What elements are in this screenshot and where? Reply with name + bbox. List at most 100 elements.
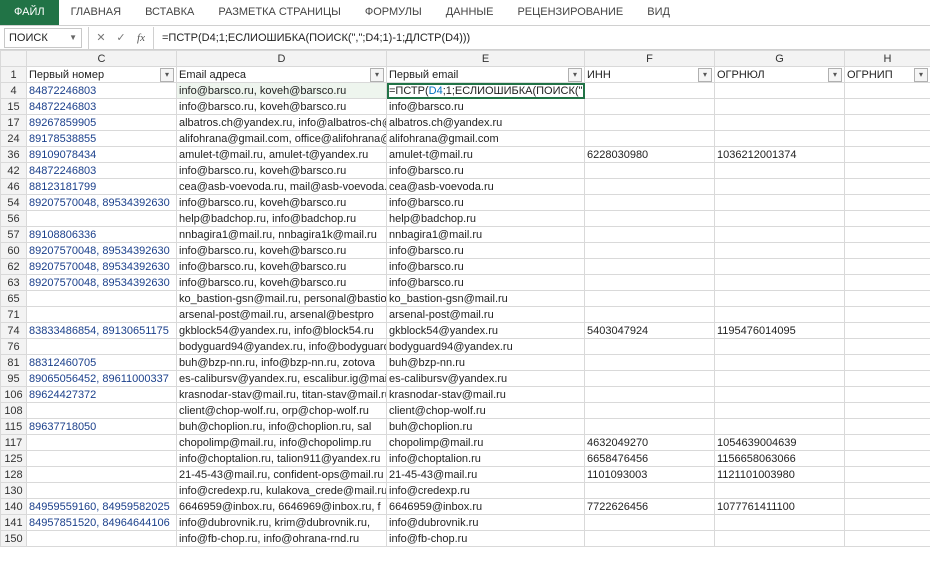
cell[interactable] bbox=[27, 467, 177, 483]
cell[interactable] bbox=[715, 275, 845, 291]
cell[interactable] bbox=[585, 115, 715, 131]
cell[interactable] bbox=[845, 355, 930, 371]
tab-home[interactable]: ГЛАВНАЯ bbox=[59, 0, 133, 25]
cell[interactable]: 1101093003 bbox=[585, 467, 715, 483]
cell[interactable] bbox=[585, 387, 715, 403]
row-header[interactable]: 63 bbox=[1, 275, 27, 291]
cancel-icon[interactable]: ✕ bbox=[91, 31, 111, 44]
cell[interactable] bbox=[715, 163, 845, 179]
cell[interactable] bbox=[585, 355, 715, 371]
cell[interactable]: buh@choplion.ru, info@choplion.ru, sal bbox=[177, 419, 387, 435]
cell[interactable]: amulet-t@mail.ru, amulet-t@yandex.ru bbox=[177, 147, 387, 163]
cell[interactable]: 6646959@inbox.ru bbox=[387, 499, 585, 515]
cell[interactable]: ko_bastion-gsn@mail.ru bbox=[387, 291, 585, 307]
cell[interactable]: 89207570048, 89534392630 bbox=[27, 243, 177, 259]
cell[interactable]: albatros.ch@yandex.ru bbox=[387, 115, 585, 131]
cell[interactable]: info@barsco.ru, koveh@barsco.ru bbox=[177, 275, 387, 291]
cell[interactable] bbox=[585, 259, 715, 275]
cell[interactable] bbox=[585, 419, 715, 435]
cell[interactable]: 84957851520, 84964644106 bbox=[27, 515, 177, 531]
cell[interactable]: alifohrana@gmail.com, office@alifohrana@… bbox=[177, 131, 387, 147]
cell[interactable]: arsenal-post@mail.ru, arsenal@bestpro bbox=[177, 307, 387, 323]
cell[interactable]: buh@bzp-nn.ru, info@bzp-nn.ru, zotova bbox=[177, 355, 387, 371]
cell[interactable]: 6228030980 bbox=[585, 147, 715, 163]
cell[interactable]: 1195476014095 bbox=[715, 323, 845, 339]
cell[interactable]: info@barsco.ru, koveh@barsco.ru bbox=[177, 163, 387, 179]
row-header[interactable]: 24 bbox=[1, 131, 27, 147]
row-header[interactable]: 71 bbox=[1, 307, 27, 323]
cell[interactable]: info@barsco.ru, koveh@barsco.ru bbox=[177, 259, 387, 275]
cell[interactable] bbox=[845, 403, 930, 419]
cell[interactable]: ИНН bbox=[585, 67, 715, 83]
cell[interactable] bbox=[27, 339, 177, 355]
cell[interactable]: help@badchop.ru, info@badchop.ru bbox=[177, 211, 387, 227]
cell[interactable] bbox=[845, 323, 930, 339]
cell[interactable]: 84872246803 bbox=[27, 83, 177, 99]
cell[interactable] bbox=[585, 371, 715, 387]
cell[interactable]: =ПСТР(D4;1;ЕСЛИОШИБКА(ПОИСК(",";D4;1)-1;… bbox=[387, 83, 585, 99]
row-header[interactable]: 1 bbox=[1, 67, 27, 83]
cell[interactable]: arsenal-post@mail.ru bbox=[387, 307, 585, 323]
cell[interactable] bbox=[585, 131, 715, 147]
cell[interactable] bbox=[715, 355, 845, 371]
cell[interactable]: info@barsco.ru, koveh@barsco.ru bbox=[177, 195, 387, 211]
cell[interactable] bbox=[845, 499, 930, 515]
cell[interactable] bbox=[715, 387, 845, 403]
cell[interactable] bbox=[845, 115, 930, 131]
cell[interactable] bbox=[585, 195, 715, 211]
cell[interactable] bbox=[845, 339, 930, 355]
row-header[interactable]: 141 bbox=[1, 515, 27, 531]
cell[interactable]: 89108806336 bbox=[27, 227, 177, 243]
cell[interactable]: albatros.ch@yandex.ru, info@albatros-ch@… bbox=[177, 115, 387, 131]
cell[interactable]: 84959559160, 84959582025 bbox=[27, 499, 177, 515]
cell[interactable] bbox=[845, 163, 930, 179]
cell[interactable]: bodyguard94@yandex.ru, info@bodyguard94@… bbox=[177, 339, 387, 355]
row-header[interactable]: 46 bbox=[1, 179, 27, 195]
row-header[interactable]: 128 bbox=[1, 467, 27, 483]
cell[interactable]: client@chop-wolf.ru bbox=[387, 403, 585, 419]
row-header[interactable]: 4 bbox=[1, 83, 27, 99]
row-header[interactable]: 62 bbox=[1, 259, 27, 275]
row-header[interactable]: 17 bbox=[1, 115, 27, 131]
cell[interactable]: info@dubrovnik.ru, krim@dubrovnik.ru, bbox=[177, 515, 387, 531]
cell[interactable]: cea@asb-voevoda.ru, mail@asb-voevoda.ru bbox=[177, 179, 387, 195]
cell[interactable] bbox=[27, 451, 177, 467]
cell[interactable] bbox=[585, 483, 715, 499]
cell[interactable] bbox=[845, 131, 930, 147]
cell[interactable]: 89207570048, 89534392630 bbox=[27, 195, 177, 211]
cell[interactable] bbox=[27, 483, 177, 499]
cell[interactable] bbox=[845, 371, 930, 387]
cell[interactable]: 21-45-43@mail.ru bbox=[387, 467, 585, 483]
cell[interactable]: help@badchop.ru bbox=[387, 211, 585, 227]
cell[interactable]: gkblock54@yandex.ru, info@block54.ru bbox=[177, 323, 387, 339]
cell[interactable] bbox=[585, 515, 715, 531]
tab-view[interactable]: ВИД bbox=[635, 0, 682, 25]
cell[interactable]: info@fb-chop.ru bbox=[387, 531, 585, 547]
cell[interactable] bbox=[845, 307, 930, 323]
cell[interactable]: client@chop-wolf.ru, orp@chop-wolf.ru bbox=[177, 403, 387, 419]
name-box[interactable]: ПОИСК ▼ bbox=[4, 28, 82, 48]
row-header[interactable]: 15 bbox=[1, 99, 27, 115]
cell[interactable]: cea@asb-voevoda.ru bbox=[387, 179, 585, 195]
cell[interactable] bbox=[715, 99, 845, 115]
cell[interactable] bbox=[715, 419, 845, 435]
cell[interactable]: 88123181799 bbox=[27, 179, 177, 195]
cell[interactable] bbox=[27, 291, 177, 307]
cell[interactable]: chopolimp@mail.ru, info@chopolimp.ru bbox=[177, 435, 387, 451]
row-header[interactable]: 54 bbox=[1, 195, 27, 211]
row-header[interactable]: 117 bbox=[1, 435, 27, 451]
cell[interactable] bbox=[585, 243, 715, 259]
cell[interactable] bbox=[27, 403, 177, 419]
cell[interactable]: 83833486854, 89130651175 bbox=[27, 323, 177, 339]
col-header-c[interactable]: C bbox=[27, 51, 177, 67]
row-header[interactable]: 57 bbox=[1, 227, 27, 243]
cell[interactable] bbox=[585, 275, 715, 291]
cell[interactable]: 1077761411100 bbox=[715, 499, 845, 515]
cell[interactable] bbox=[845, 451, 930, 467]
cell[interactable]: 21-45-43@mail.ru, confident-ops@mail.ru bbox=[177, 467, 387, 483]
cell[interactable]: info@barsco.ru bbox=[387, 275, 585, 291]
cell[interactable]: 4632049270 bbox=[585, 435, 715, 451]
cell[interactable] bbox=[715, 307, 845, 323]
cell[interactable] bbox=[845, 435, 930, 451]
cell[interactable] bbox=[715, 243, 845, 259]
